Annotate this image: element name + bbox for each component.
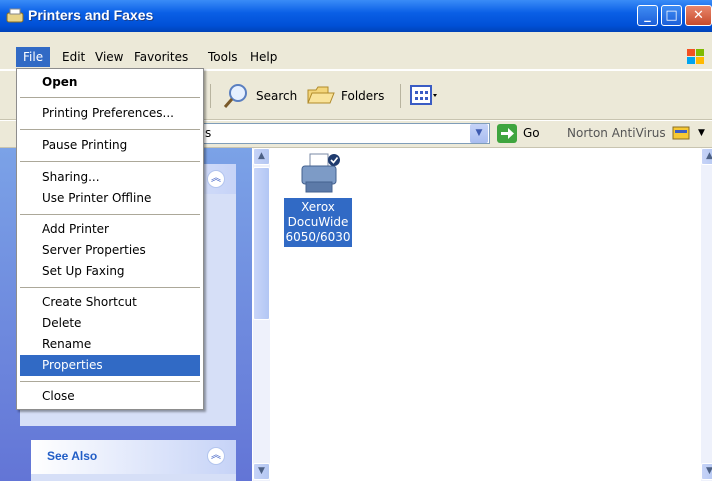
menu-help[interactable]: Help — [243, 47, 284, 67]
menu-separator — [20, 97, 200, 98]
collapse-icon[interactable]: ︽ — [207, 447, 225, 465]
norton-icon[interactable] — [672, 124, 690, 142]
printers-folder-icon — [6, 8, 24, 23]
close-button[interactable]: ✕ — [685, 5, 712, 26]
menu-item-pause-printing[interactable]: Pause Printing — [20, 135, 200, 156]
menu-item-delete[interactable]: Delete — [20, 313, 200, 334]
menu-item-use-printer-offline[interactable]: Use Printer Offline — [20, 188, 200, 209]
printer-item-label[interactable]: Xerox DocuWide 6050/6030 — [284, 198, 352, 247]
menu-separator — [20, 214, 200, 215]
menu-item-sharing[interactable]: Sharing... — [20, 167, 200, 188]
menu-favorites[interactable]: Favorites — [127, 47, 195, 67]
menu-item-printing-preferences[interactable]: Printing Preferences... — [20, 103, 200, 124]
printer-icon[interactable] — [298, 152, 342, 196]
menu-item-rename[interactable]: Rename — [20, 334, 200, 355]
menu-separator — [20, 287, 200, 288]
printer-label-line: DocuWide — [287, 215, 349, 229]
maximize-button[interactable]: □ — [661, 5, 682, 26]
norton-antivirus-label[interactable]: Norton AntiVirus — [567, 124, 666, 143]
see-also-body — [31, 474, 236, 481]
file-menu-dropdown: Open Printing Preferences... Pause Print… — [16, 68, 204, 410]
menu-tools[interactable]: Tools — [201, 47, 245, 67]
collapse-icon[interactable]: ︽ — [207, 170, 225, 188]
content-scrollbar[interactable] — [701, 148, 712, 481]
see-also-title[interactable]: See Also — [47, 449, 97, 463]
menu-item-close[interactable]: Close — [20, 386, 200, 407]
norton-dropdown-icon[interactable]: ▼ — [698, 124, 705, 143]
toolbar-separator — [210, 84, 211, 108]
menu-separator — [20, 129, 200, 130]
address-input[interactable]: s — [200, 123, 490, 144]
menu-item-server-properties[interactable]: Server Properties — [20, 240, 200, 261]
menu-view[interactable]: View — [88, 47, 130, 67]
printer-label-line: Xerox — [301, 200, 335, 214]
scroll-down-icon[interactable]: ▼ — [701, 463, 712, 480]
search-icon[interactable] — [222, 82, 250, 110]
menu-item-add-printer[interactable]: Add Printer — [20, 219, 200, 240]
search-button-label[interactable]: Search — [256, 82, 297, 110]
folders-button-label[interactable]: Folders — [341, 82, 384, 110]
menu-item-set-up-faxing[interactable]: Set Up Faxing — [20, 261, 200, 282]
menu-separator — [20, 381, 200, 382]
go-button-label[interactable]: Go — [523, 124, 540, 143]
menu-separator — [20, 161, 200, 162]
scrollbar-thumb[interactable] — [253, 167, 270, 320]
views-icon[interactable] — [409, 84, 439, 106]
menu-file[interactable]: File — [16, 47, 51, 67]
menu-item-properties[interactable]: Properties — [20, 355, 200, 376]
scroll-down-icon[interactable]: ▼ — [253, 463, 270, 480]
scroll-up-icon[interactable]: ▲ — [701, 148, 712, 165]
window-title: Printers and Faxes — [28, 7, 154, 23]
chevron-down-icon[interactable]: ▼ — [470, 124, 488, 143]
folders-icon[interactable] — [306, 84, 336, 106]
scroll-up-icon[interactable]: ▲ — [253, 148, 270, 165]
menu-item-open[interactable]: Open — [20, 72, 200, 93]
printer-label-line: 6050/6030 — [285, 230, 351, 244]
menu-item-create-shortcut[interactable]: Create Shortcut — [20, 292, 200, 313]
menu-edit[interactable]: Edit — [55, 47, 92, 67]
windows-logo-icon — [687, 49, 704, 64]
toolbar-separator — [400, 84, 401, 108]
minimize-button[interactable]: _ — [637, 5, 658, 26]
go-arrow-icon[interactable] — [497, 124, 517, 143]
